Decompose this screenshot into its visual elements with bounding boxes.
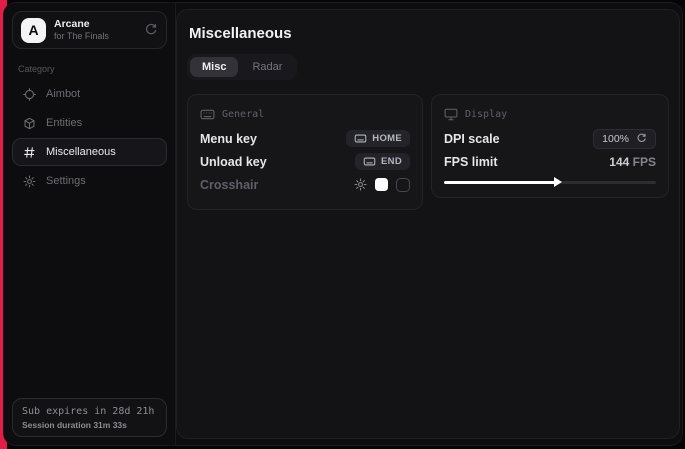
refresh-icon[interactable] (636, 133, 647, 144)
dpi-scale-row: DPI scale 100% (444, 127, 656, 150)
unload-key-label: Unload key (200, 155, 267, 169)
refresh-icon[interactable] (144, 23, 158, 37)
dpi-scale-button[interactable]: 100% (593, 129, 656, 149)
category-label: Category (18, 64, 161, 74)
sidebar: A Arcane for The Finals Category Aimbot (4, 3, 176, 445)
fps-slider-fill (444, 181, 556, 184)
tab-radar[interactable]: Radar (240, 57, 294, 77)
sidebar-item-entities[interactable]: Entities (12, 109, 167, 137)
sidebar-item-label: Entities (46, 117, 82, 129)
dpi-scale-label: DPI scale (444, 132, 500, 146)
cube-icon (23, 117, 36, 130)
crosshair-label: Crosshair (200, 178, 258, 192)
fps-slider-thumb[interactable] (554, 177, 562, 187)
sidebar-item-miscellaneous[interactable]: Miscellaneous (12, 138, 167, 166)
sidebar-item-label: Settings (46, 175, 86, 187)
menu-key-value: HOME (372, 133, 402, 144)
tab-bar: Misc Radar (187, 54, 297, 80)
main-panel: Miscellaneous Misc Radar Gene (176, 9, 680, 439)
display-card-title: Display (465, 109, 507, 120)
app-subtitle: for The Finals (54, 31, 109, 42)
cards-row: General Menu key HOME (187, 94, 669, 210)
sidebar-nav: Aimbot Entities Miscellaneous (12, 80, 167, 195)
display-card-header: Display (444, 104, 656, 124)
general-card-title: General (222, 109, 264, 120)
brand-card: A Arcane for The Finals (12, 11, 167, 49)
sidebar-item-aimbot[interactable]: Aimbot (12, 80, 167, 108)
brand-text: Arcane for The Finals (54, 18, 109, 42)
keyboard-icon (200, 109, 215, 120)
fps-limit-label: FPS limit (444, 155, 497, 169)
menu-key-label: Menu key (200, 132, 257, 146)
menu-key-bind-button[interactable]: HOME (346, 130, 410, 147)
dpi-scale-value: 100% (602, 133, 629, 145)
tab-misc[interactable]: Misc (190, 57, 238, 77)
general-card: General Menu key HOME (187, 94, 423, 210)
crosshair-enable-checkbox[interactable] (396, 178, 410, 192)
fps-limit-unit: FPS (633, 155, 656, 169)
general-card-header: General (200, 104, 410, 124)
app-logo: A (21, 18, 46, 43)
crosshair-settings-gear-icon[interactable] (354, 178, 367, 191)
subscription-box: Sub expires in 28d 21h Session duration … (12, 398, 167, 437)
session-duration-text: Session duration 31m 33s (22, 420, 157, 430)
unload-key-row: Unload key END (200, 150, 410, 173)
fps-limit-slider[interactable] (444, 181, 656, 184)
display-card: Display DPI scale 100% (431, 94, 669, 198)
fps-limit-value: 144 FPS (609, 155, 656, 169)
main-area: Miscellaneous Misc Radar Gene (176, 3, 683, 445)
hash-grid-icon (23, 146, 36, 159)
app-title: Arcane (54, 18, 109, 31)
gear-icon (23, 175, 36, 188)
menu-key-row: Menu key HOME (200, 127, 410, 150)
unload-key-bind-button[interactable]: END (355, 153, 410, 170)
app-window: A Arcane for The Finals Category Aimbot (3, 2, 683, 446)
keyboard-icon (354, 134, 367, 143)
crosshair-controls (354, 178, 410, 192)
crosshair-color-swatch[interactable] (375, 178, 388, 191)
sidebar-item-label: Miscellaneous (46, 146, 116, 158)
page-title: Miscellaneous (189, 25, 669, 42)
monitor-icon (444, 108, 458, 121)
sidebar-item-label: Aimbot (46, 88, 80, 100)
crosshair-icon (23, 88, 36, 101)
crosshair-row: Crosshair (200, 173, 410, 196)
sidebar-item-settings[interactable]: Settings (12, 167, 167, 195)
fps-limit-row: FPS limit 144 FPS (444, 150, 656, 173)
keyboard-icon (363, 157, 376, 166)
sub-expiry-text: Sub expires in 28d 21h (22, 406, 157, 417)
unload-key-value: END (381, 156, 402, 167)
